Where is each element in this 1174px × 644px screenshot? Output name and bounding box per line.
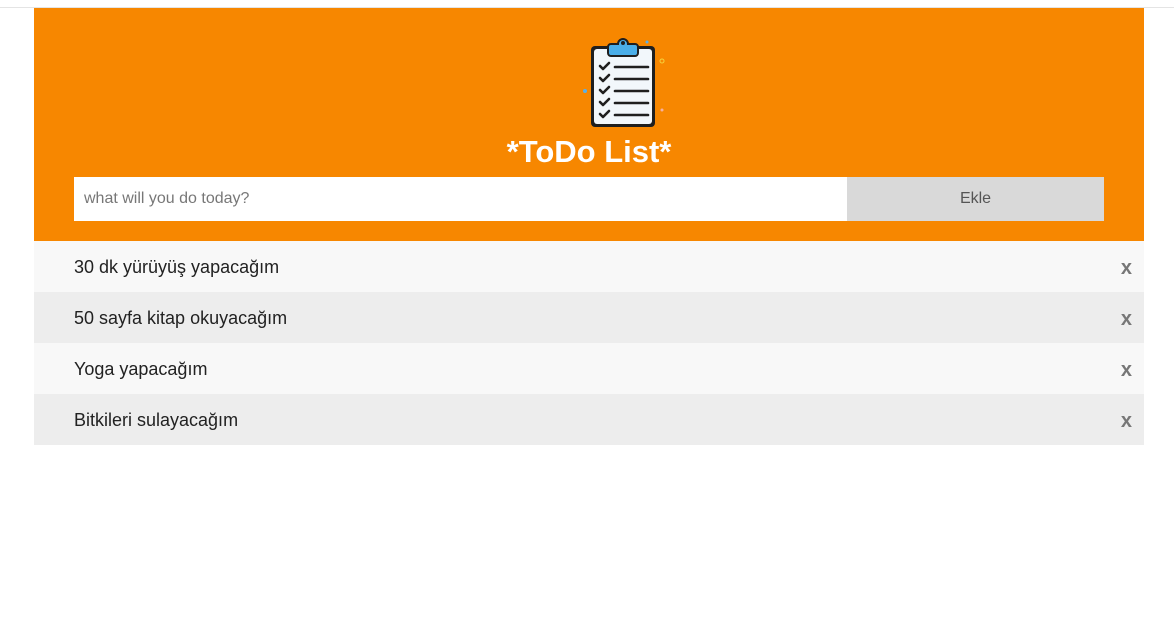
delete-icon[interactable]: x: [1121, 358, 1132, 382]
todo-item-text: 50 sayfa kitap okuyacağım: [74, 308, 288, 328]
new-todo-input[interactable]: [74, 177, 847, 221]
todo-item[interactable]: Bitkileri sulayacağım x: [34, 394, 1144, 445]
delete-icon[interactable]: x: [1121, 256, 1132, 280]
add-todo-form: Ekle: [74, 177, 1104, 221]
todo-item[interactable]: Yoga yapacağım x: [34, 343, 1144, 394]
page-title: *ToDo List*: [506, 134, 672, 169]
todo-item-text: Yoga yapacağım: [74, 359, 208, 379]
todo-item-text: Bitkileri sulayacağım: [74, 410, 239, 430]
delete-icon[interactable]: x: [1121, 409, 1132, 433]
todo-item[interactable]: 50 sayfa kitap okuyacağım x: [34, 292, 1144, 343]
add-button[interactable]: Ekle: [847, 177, 1104, 221]
delete-icon[interactable]: x: [1121, 307, 1132, 331]
browser-top-rule: [0, 0, 1174, 8]
clipboard-checklist-icon: [583, 38, 665, 127]
todo-list: 30 dk yürüyüş yapacağım x 50 sayfa kitap…: [34, 241, 1144, 445]
todo-item[interactable]: 30 dk yürüyüş yapacağım x: [34, 241, 1144, 292]
todo-app: *ToDo List* Ekle 30 dk yürüyüş yapacağım…: [34, 8, 1144, 445]
todo-item-text: 30 dk yürüyüş yapacağım: [74, 257, 280, 277]
header: *ToDo List* Ekle: [34, 8, 1144, 241]
